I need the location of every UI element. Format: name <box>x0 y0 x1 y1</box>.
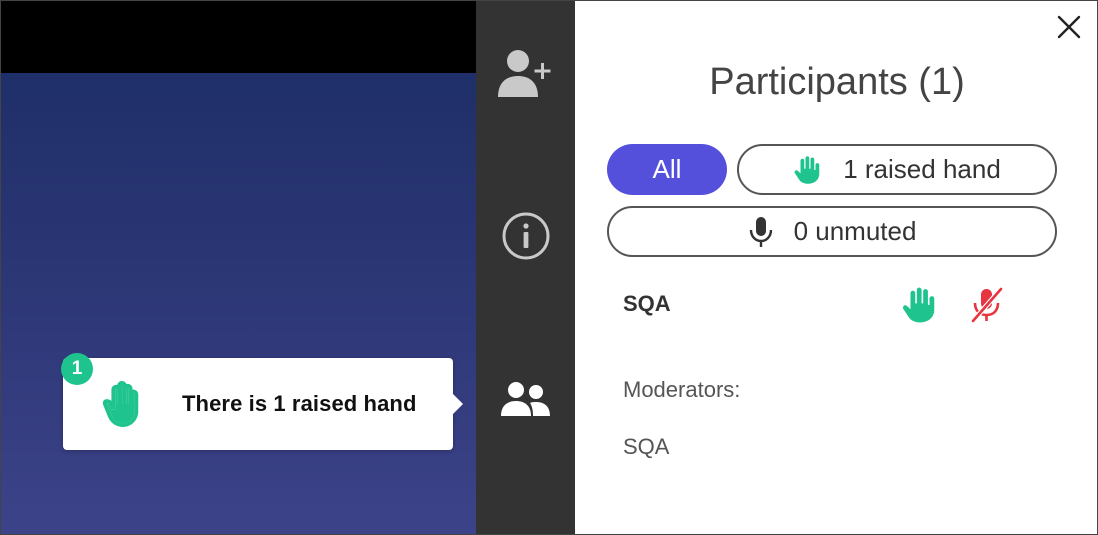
video-area <box>1 73 476 534</box>
moderator-name: SQA <box>623 434 670 459</box>
raised-hand-icon <box>96 379 146 429</box>
microphone-muted-icon <box>968 286 1006 324</box>
participants-count-badge: 1 <box>61 353 93 385</box>
panel-title: Participants (1) <box>709 61 965 103</box>
close-icon <box>1057 15 1081 44</box>
top-bar <box>1 1 476 73</box>
tooltip-text: There is 1 raised hand <box>182 391 417 416</box>
filter-all-label: All <box>652 154 682 184</box>
participant-name: SQA <box>623 291 671 316</box>
microphone-icon <box>748 216 774 248</box>
sidebar <box>476 1 575 534</box>
info-icon <box>501 211 551 266</box>
participant-row[interactable]: SQA <box>623 284 1023 326</box>
filter-unmuted-button[interactable]: 0 unmuted <box>607 206 1057 257</box>
participants-icon <box>500 378 552 425</box>
raised-hand-icon <box>793 155 823 185</box>
filter-raised-hand-button[interactable]: 1 raised hand <box>737 144 1057 195</box>
filter-raised-label: 1 raised hand <box>843 154 1001 184</box>
participants-panel: Participants (1) All 1 raised hand 0 unm… <box>575 1 1097 534</box>
moderators-label: Moderators: <box>623 377 741 402</box>
app-window: There is 1 raised hand 1 Participants (1… <box>0 0 1098 535</box>
close-button[interactable] <box>1055 15 1083 43</box>
add-user-icon <box>496 47 556 104</box>
raised-hand-icon <box>901 286 939 324</box>
info-button[interactable] <box>476 198 575 278</box>
filter-unmuted-label: 0 unmuted <box>793 216 917 246</box>
invite-button[interactable] <box>476 35 575 115</box>
raised-hand-tooltip: There is 1 raised hand <box>63 358 463 450</box>
filter-all-button[interactable]: All <box>607 144 727 195</box>
participants-button[interactable] <box>476 361 575 441</box>
